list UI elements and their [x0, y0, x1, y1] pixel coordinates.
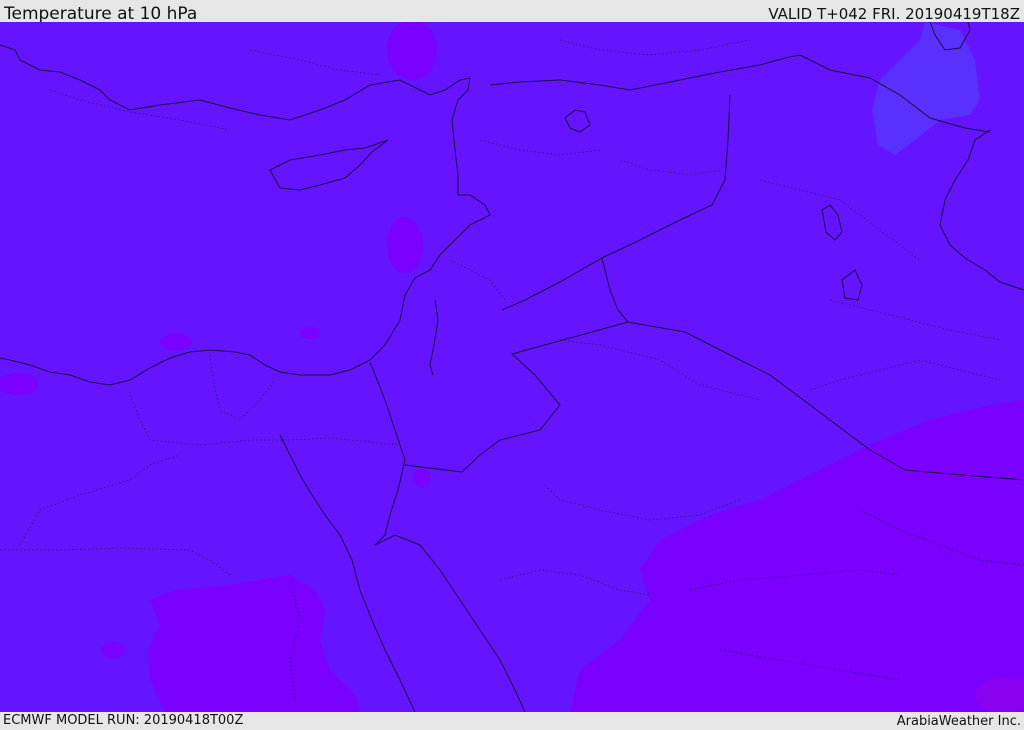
- valid-time: VALID T+042 FRI. 20190419T18Z: [768, 5, 1020, 23]
- header-bar: Temperature at 10 hPa VALID T+042 FRI. 2…: [0, 0, 1024, 24]
- warm-spot-delta: [160, 334, 192, 350]
- warm-spot-red-sea: [414, 468, 430, 488]
- warm-spot-north: [387, 22, 437, 80]
- model-run-label: ECMWF MODEL RUN: 20190418T00Z: [3, 713, 244, 728]
- warm-spot-coast: [387, 217, 423, 273]
- warm-spot-sea: [300, 327, 320, 339]
- weather-map[interactable]: [0, 22, 1024, 712]
- map-title: Temperature at 10 hPa: [4, 4, 198, 24]
- footer-bar: ECMWF MODEL RUN: 20190418T00Z ArabiaWeat…: [0, 712, 1024, 729]
- credit-label: ArabiaWeather Inc.: [896, 714, 1021, 729]
- warm-spot-south: [101, 642, 125, 658]
